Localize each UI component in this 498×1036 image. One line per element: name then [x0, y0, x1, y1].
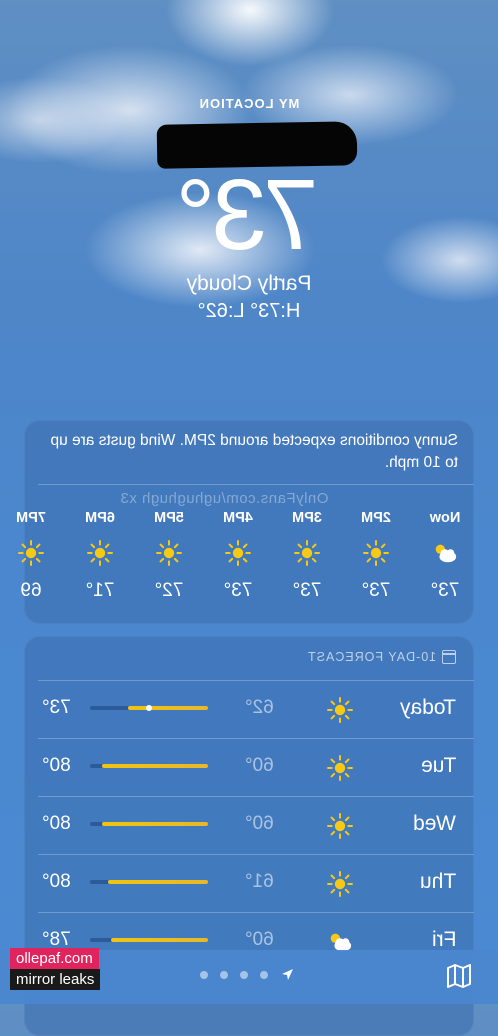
temp-range-bar	[90, 822, 208, 826]
day-row[interactable]: Today 62° 73°	[38, 680, 474, 738]
day-low: 60°	[245, 929, 274, 950]
row-divider	[38, 912, 474, 913]
day-high: 73°	[42, 697, 71, 718]
day-row[interactable]: Thu 61° 80°	[38, 854, 474, 912]
day-name: Thu	[419, 870, 456, 893]
day-high: 80°	[42, 813, 71, 834]
temp-range-bar	[90, 938, 208, 942]
day-row[interactable]: Wed 60° 80°	[38, 796, 474, 854]
row-divider	[38, 738, 474, 739]
page-dot[interactable]	[260, 971, 268, 979]
overlay-line1: ollepaf.com	[10, 948, 99, 969]
hourly-divider	[38, 484, 474, 485]
overlay-badge: ollepaf.com mirror leaks	[10, 948, 101, 990]
hour-column: 3PM 73°	[282, 510, 332, 610]
hour-temp: 73°	[430, 580, 460, 601]
hour-label: Now	[429, 510, 461, 526]
hour-label: 5PM	[154, 510, 184, 526]
overlay-line2: mirror leaks	[10, 969, 101, 990]
sun-icon	[326, 696, 354, 724]
day-name: Today	[399, 696, 456, 719]
page-dot[interactable]	[240, 971, 248, 979]
row-divider	[38, 854, 474, 855]
sun-icon	[75, 540, 125, 566]
sun-icon	[282, 540, 332, 566]
day-low: 60°	[245, 813, 274, 834]
page-dot[interactable]	[220, 971, 228, 979]
temp-range-bar	[90, 880, 208, 884]
calendar-icon	[442, 650, 456, 664]
high-low-temperature: H:73° L:62°	[197, 300, 301, 322]
status-bar	[0, 0, 498, 10]
hour-temp: 72°	[154, 580, 184, 601]
current-temperature: 73°	[179, 159, 319, 271]
day-low: 60°	[245, 755, 274, 776]
row-divider	[38, 796, 474, 797]
temp-range-fill	[127, 706, 208, 710]
day-low: 61°	[245, 871, 274, 892]
hour-label: 7PM	[16, 510, 46, 526]
hour-label: 4PM	[223, 510, 253, 526]
sun-icon	[326, 754, 354, 782]
sun-icon	[213, 540, 263, 566]
current-temp-marker	[146, 705, 152, 711]
day-high: 80°	[42, 755, 71, 776]
hour-label: 3PM	[292, 510, 322, 526]
day-name: Wed	[413, 812, 456, 835]
hour-label: 6PM	[85, 510, 115, 526]
day-high: 80°	[42, 871, 71, 892]
page-dot[interactable]	[200, 971, 208, 979]
forecast-header: 10-DAY FORECAST	[307, 650, 456, 664]
sun-icon	[6, 540, 56, 566]
hour-label: 2PM	[361, 510, 391, 526]
hour-column: 4PM 73°	[213, 510, 263, 610]
day-name: Fri	[431, 928, 457, 951]
temp-range-fill	[101, 764, 208, 768]
location-label: MY LOCATION	[198, 96, 300, 111]
hourly-forecast-card[interactable]: Sunny conditions expected around 2PM. Wi…	[16, 420, 474, 624]
hour-temp: 73°	[223, 580, 253, 601]
hour-column: 2PM 73°	[351, 510, 401, 610]
sun-icon	[326, 870, 354, 898]
hourly-summary: Sunny conditions expected around 2PM. Wi…	[50, 432, 458, 471]
forecast-header-label: 10-DAY FORECAST	[306, 650, 436, 664]
hour-column: 7PM 69	[6, 510, 56, 610]
day-name: Tue	[420, 754, 456, 777]
hour-temp: 73°	[292, 580, 322, 601]
row-divider	[38, 680, 474, 681]
hour-column: Now 73°	[420, 510, 470, 610]
partly-cloudy-icon	[420, 540, 470, 566]
sun-icon	[351, 540, 401, 566]
temp-range-bar	[90, 764, 208, 768]
temp-range-fill	[107, 880, 208, 884]
location-arrow-icon[interactable]	[280, 968, 294, 982]
day-low: 62°	[245, 697, 274, 718]
watermark-text: OnlyFans.com/ughughugh x3	[120, 490, 329, 507]
hour-temp: 73°	[361, 580, 391, 601]
temp-range-bar	[90, 705, 208, 711]
hour-temp: 69	[20, 580, 42, 601]
sun-icon	[144, 540, 194, 566]
hour-column: 5PM 72°	[144, 510, 194, 610]
page-indicator[interactable]	[200, 968, 294, 982]
map-icon[interactable]	[446, 964, 472, 988]
temp-range-fill	[101, 822, 208, 826]
hour-column: 6PM 71°	[75, 510, 125, 610]
day-row[interactable]: Tue 60° 80°	[38, 738, 474, 796]
current-condition: Partly Cloudy	[186, 272, 312, 295]
sun-icon	[326, 812, 354, 840]
temp-range-fill	[111, 938, 208, 942]
hour-temp: 71°	[85, 580, 115, 601]
